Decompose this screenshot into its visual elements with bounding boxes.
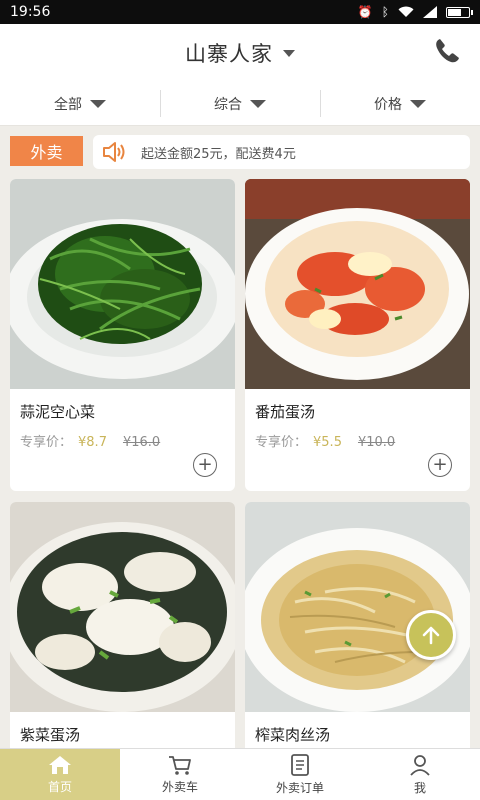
notice-row: 外卖 起送金额25元，配送费4元 (0, 126, 480, 178)
delivery-notice-text: 起送金额25元，配送费4元 (141, 146, 296, 162)
dish-name: 榨菜肉丝汤 (255, 726, 331, 744)
scroll-top-button[interactable] (406, 610, 456, 660)
dish-price: ¥8.7 (78, 435, 107, 450)
plus-icon: + (432, 454, 448, 475)
dish-photo (10, 179, 235, 389)
dish-name: 紫菜蛋汤 (20, 726, 81, 744)
dish-price-row: 专享价： ¥8.7 ¥16.0 (20, 431, 160, 450)
arrow-up-icon (422, 626, 440, 645)
filter-bar: 全部 综合 价格 (0, 82, 480, 126)
status-time: 19:56 (10, 4, 51, 20)
filter-price[interactable]: 价格 (320, 82, 480, 125)
shop-title: 山寨人家 (185, 42, 273, 66)
price-label: 专享价： (255, 435, 308, 450)
order-list-icon (291, 754, 309, 776)
chevron-down-icon (410, 99, 426, 108)
add-to-cart-button[interactable]: + (428, 453, 452, 477)
tab-orders-label: 外卖订单 (275, 781, 324, 795)
tab-home-label: 首页 (47, 780, 72, 794)
plus-icon: + (197, 454, 213, 475)
user-icon (410, 755, 430, 776)
chevron-down-icon (250, 99, 266, 108)
dish-photo (245, 502, 470, 712)
takeout-tag: 外卖 (10, 136, 83, 166)
price-label: 专享价： (20, 435, 73, 450)
dish-photo (10, 502, 235, 712)
bluetooth-icon: ᛒ (381, 5, 389, 19)
signal-icon (423, 6, 437, 18)
shop-selector[interactable]: 山寨人家 (185, 38, 295, 68)
chevron-down-icon (283, 49, 295, 57)
add-to-cart-button[interactable]: + (193, 453, 217, 477)
dish-card[interactable]: 番茄蛋汤 专享价： ¥5.5 ¥10.0 + (245, 179, 470, 491)
tab-me-label: 我 (413, 781, 426, 795)
tab-cart[interactable]: 外卖车 (120, 749, 240, 800)
filter-sort[interactable]: 综合 (160, 82, 320, 125)
filter-category-label: 全部 (54, 96, 82, 113)
dish-price-row: 专享价： ¥5.5 ¥10.0 (255, 431, 395, 450)
battery-icon (446, 6, 473, 18)
dish-name: 番茄蛋汤 (255, 403, 316, 421)
home-icon (49, 756, 71, 774)
dish-original-price: ¥16.0 (122, 435, 161, 450)
app-header: 山寨人家 (0, 24, 480, 82)
bottom-tab-bar: 首页 外卖车 外卖订单 我 (0, 748, 480, 800)
speaker-icon (103, 142, 125, 162)
dish-card[interactable]: 蒜泥空心菜 专享价： ¥8.7 ¥16.0 + (10, 179, 235, 491)
phone-icon[interactable] (432, 36, 462, 66)
status-icons: ⏰ ᛒ (357, 5, 473, 19)
wifi-icon (398, 6, 414, 17)
dish-card[interactable]: 紫菜蛋汤 (10, 502, 235, 762)
status-bar: 19:56 ⏰ ᛒ (0, 0, 480, 24)
filter-price-label: 价格 (374, 96, 402, 113)
tab-orders[interactable]: 外卖订单 (240, 749, 360, 800)
dish-price: ¥5.5 (313, 435, 342, 450)
filter-sort-label: 综合 (214, 96, 242, 113)
filter-category[interactable]: 全部 (0, 82, 160, 125)
delivery-notice: 起送金额25元，配送费4元 (93, 135, 470, 169)
tab-cart-label: 外卖车 (161, 780, 198, 794)
dish-name: 蒜泥空心菜 (20, 403, 96, 421)
chevron-down-icon (90, 99, 106, 108)
tab-me[interactable]: 我 (360, 749, 480, 800)
cart-icon (169, 756, 191, 775)
tab-home[interactable]: 首页 (0, 749, 120, 800)
dish-original-price: ¥10.0 (357, 435, 396, 450)
dish-photo (245, 179, 470, 389)
alarm-icon: ⏰ (357, 5, 373, 19)
